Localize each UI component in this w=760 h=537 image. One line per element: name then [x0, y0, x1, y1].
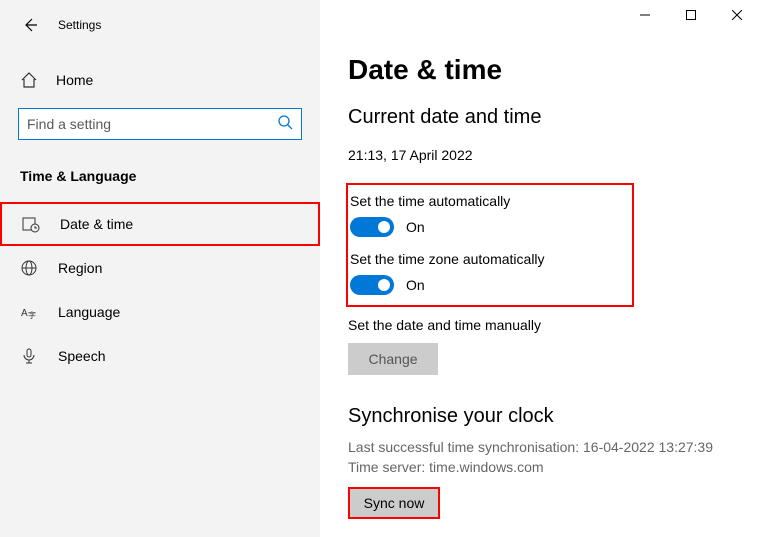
- change-button[interactable]: Change: [348, 343, 438, 375]
- globe-icon: [20, 259, 38, 277]
- nav-label: Region: [58, 260, 102, 276]
- auto-tz-label: Set the time zone automatically: [348, 251, 624, 267]
- search-input-container[interactable]: [18, 108, 302, 140]
- sync-server: Time server: time.windows.com: [348, 458, 760, 478]
- sync-title: Synchronise your clock: [348, 405, 760, 428]
- nav-item-language[interactable]: A字 Language: [0, 290, 320, 334]
- calendar-clock-icon: [22, 215, 40, 233]
- nav-label: Date & time: [60, 216, 133, 232]
- nav-label: Speech: [58, 348, 105, 364]
- nav-label: Language: [58, 304, 120, 320]
- manual-label: Set the date and time manually: [348, 317, 760, 333]
- nav-item-region[interactable]: Region: [0, 246, 320, 290]
- auto-time-state: On: [406, 219, 425, 235]
- svg-text:A: A: [21, 308, 28, 319]
- microphone-icon: [20, 347, 38, 365]
- svg-text:字: 字: [28, 310, 36, 320]
- nav-item-datetime[interactable]: Date & time: [0, 202, 320, 246]
- back-button[interactable]: [16, 11, 44, 39]
- home-label: Home: [56, 72, 93, 88]
- titlebar: Settings: [0, 8, 320, 42]
- auto-settings-block: Set the time automatically On Set the ti…: [346, 183, 634, 307]
- nav-item-speech[interactable]: Speech: [0, 334, 320, 378]
- auto-time-label: Set the time automatically: [348, 193, 624, 209]
- search-input[interactable]: [27, 116, 277, 132]
- current-datetime: 21:13, 17 April 2022: [348, 147, 760, 163]
- home-icon: [20, 71, 38, 89]
- sync-last: Last successful time synchronisation: 16…: [348, 438, 760, 458]
- app-title: Settings: [58, 18, 101, 32]
- sidebar: Settings Home Time & Language Date & tim…: [0, 0, 320, 537]
- section-title: Current date and time: [348, 106, 760, 129]
- auto-tz-state: On: [406, 277, 425, 293]
- nav: Date & time Region A字 Language Speech: [0, 202, 320, 378]
- page-title: Date & time: [348, 54, 760, 86]
- sync-now-button[interactable]: Sync now: [348, 487, 440, 519]
- category-title: Time & Language: [0, 168, 320, 184]
- home-link[interactable]: Home: [0, 62, 320, 98]
- main-content: Date & time Current date and time 21:13,…: [320, 0, 760, 537]
- search-icon: [277, 114, 293, 135]
- language-icon: A字: [20, 303, 38, 321]
- auto-tz-toggle[interactable]: [350, 275, 394, 295]
- auto-time-toggle[interactable]: [350, 217, 394, 237]
